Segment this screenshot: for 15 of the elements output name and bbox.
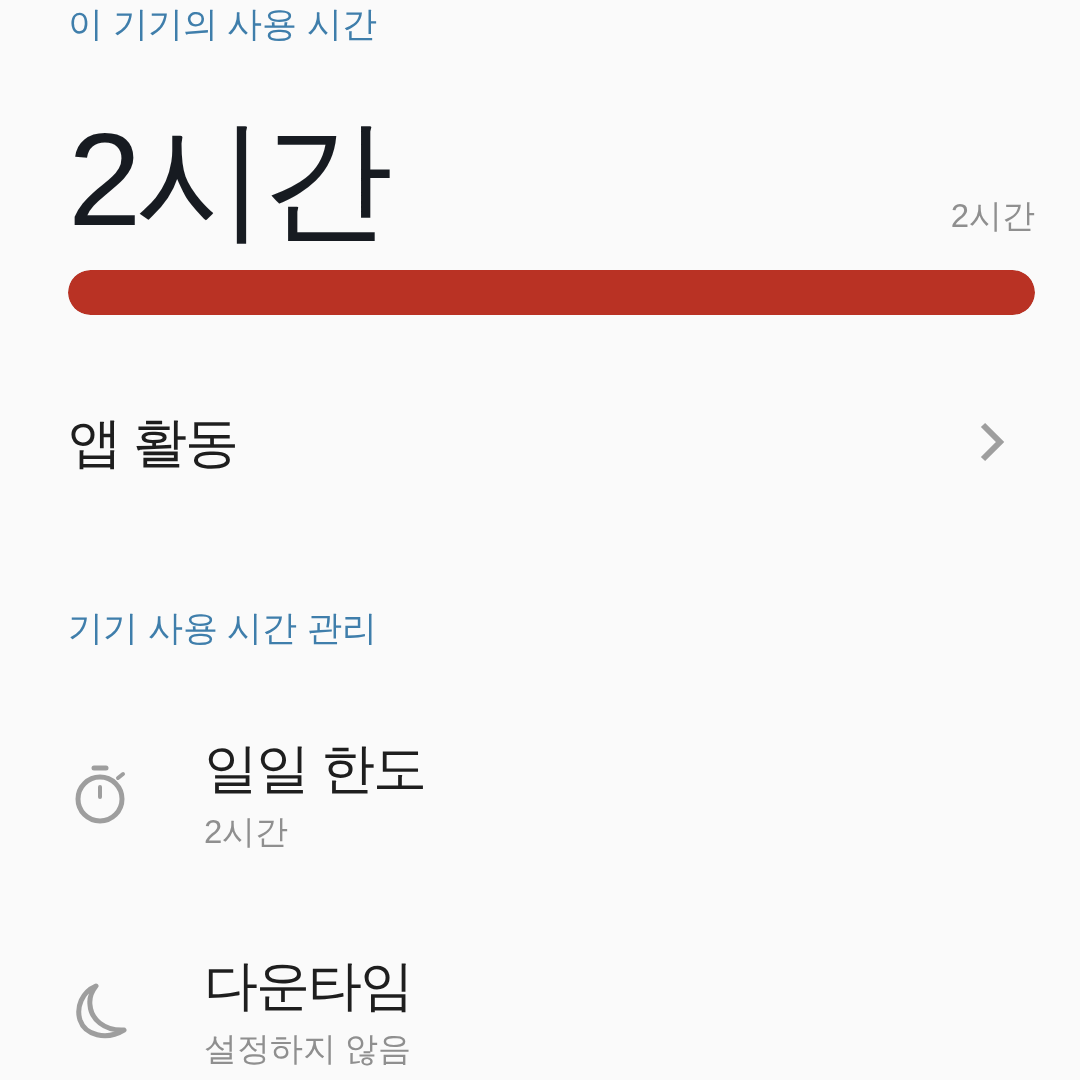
stopwatch-icon <box>74 764 128 825</box>
moon-icon <box>74 982 128 1041</box>
app-activity-label: 앱 활동 <box>68 415 237 469</box>
row-subtitle: 2시간 <box>204 815 290 848</box>
row-title: 다운타임 <box>204 958 412 1012</box>
limit-label: 2시간 <box>950 199 1035 232</box>
section-title: 기기 사용 시간 관리 <box>68 610 378 645</box>
settings-row[interactable]: 다운타임 설정하지 않음 <box>68 958 1035 1065</box>
row-subtitle: 설정하지 않음 <box>204 1032 412 1065</box>
section-title: 이 기기의 사용 시간 <box>68 6 378 41</box>
app-activity-row[interactable]: 앱 활동 <box>68 415 1035 469</box>
row-title: 일일 한도 <box>204 741 425 795</box>
total-usage-time: 2시간 <box>68 114 388 246</box>
chevron-right-icon <box>979 421 1005 463</box>
settings-row[interactable]: 일일 한도 2시간 <box>68 741 1035 848</box>
